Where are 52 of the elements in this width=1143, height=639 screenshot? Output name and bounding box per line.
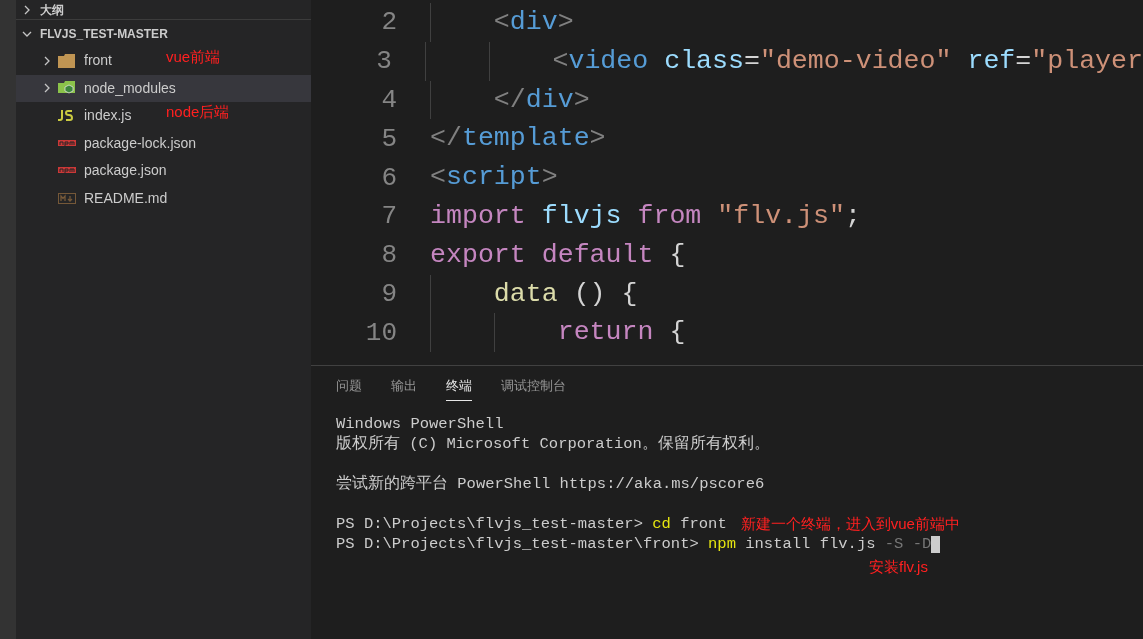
file-tree-item[interactable]: README.md bbox=[16, 184, 311, 212]
markdown-icon bbox=[58, 192, 76, 204]
file-tree-item[interactable]: node_modules bbox=[16, 74, 311, 102]
line-number: 3 bbox=[375, 48, 392, 75]
panel-tab[interactable]: 终端 bbox=[446, 376, 472, 401]
line-number: 7 bbox=[380, 203, 397, 230]
terminal-line: PS D:\Projects\flvjs_test-master> cd front bbox=[336, 516, 727, 533]
panel-tab[interactable]: 输出 bbox=[391, 376, 417, 401]
line-number: 10 bbox=[364, 319, 397, 346]
terminal-line: PS D:\Projects\flvjs_test-master\front> npm install flv.js -S -D bbox=[336, 536, 932, 553]
code-line: <script> bbox=[430, 161, 558, 195]
file-name: package.json bbox=[84, 161, 167, 181]
code-line: data () { bbox=[430, 274, 638, 314]
outline-header[interactable]: 大纲 bbox=[16, 0, 311, 20]
npm-icon bbox=[58, 139, 76, 147]
panel-tab[interactable]: 调试控制台 bbox=[501, 376, 566, 401]
file-name: front bbox=[84, 51, 112, 71]
code-line: </div> bbox=[430, 80, 590, 120]
panel-tab[interactable]: 问题 bbox=[336, 376, 362, 401]
file-tree-item[interactable]: index.js node后端 bbox=[16, 102, 311, 130]
file-name: node_modules bbox=[84, 78, 176, 98]
line-number: 5 bbox=[380, 125, 397, 152]
folder-icon bbox=[58, 53, 75, 68]
terminal-line: 尝试新的跨平台 PowerShell https://aka.ms/pscore6 bbox=[336, 476, 765, 493]
file-tree-item[interactable]: package.json bbox=[16, 157, 311, 185]
code-line: export default { bbox=[430, 238, 686, 272]
npm-icon bbox=[58, 167, 76, 175]
project-header[interactable]: FLVJS_TEST-MASTER bbox=[16, 21, 311, 47]
annotation-text: node后端 bbox=[166, 103, 230, 121]
file-name: package-lock.json bbox=[84, 133, 197, 153]
annotation-text: vue前端 bbox=[166, 48, 221, 66]
line-number: 4 bbox=[380, 87, 397, 113]
js-icon bbox=[58, 110, 74, 122]
annotation-text: 安装flv.js bbox=[869, 557, 928, 578]
line-number: 9 bbox=[380, 280, 397, 307]
file-tree-item[interactable]: front vue前端 bbox=[16, 47, 311, 75]
code-line: return { bbox=[430, 313, 686, 353]
line-number: 2 bbox=[380, 9, 397, 36]
outline-title: 大纲 bbox=[40, 1, 64, 19]
project-title: FLVJS_TEST-MASTER bbox=[40, 26, 168, 43]
terminal-line: 版权所有 (C) Microsoft Corporation。保留所有权利。 bbox=[336, 436, 770, 453]
code-line: <div> bbox=[430, 3, 574, 42]
code-line: import flvjs from "flv.js"; bbox=[430, 200, 861, 233]
file-name: README.md bbox=[84, 188, 168, 208]
file-tree-item[interactable]: package-lock.json bbox=[16, 129, 311, 157]
code-line: <video class="demo-video" ref="player bbox=[424, 41, 1143, 81]
code-line: </template> bbox=[430, 122, 606, 156]
terminal-line: Windows PowerShell bbox=[336, 416, 504, 433]
annotation-text: 新建一个终端，进入到vue前端中 bbox=[740, 514, 960, 535]
line-number: 6 bbox=[380, 164, 397, 191]
line-number: 8 bbox=[380, 242, 397, 269]
file-name: index.js bbox=[84, 106, 132, 126]
